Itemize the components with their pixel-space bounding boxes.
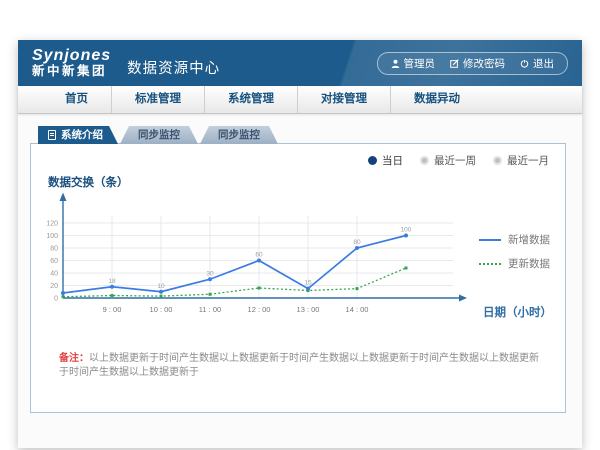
svg-text:10 : 00: 10 : 00 xyxy=(150,305,173,314)
radio-icon xyxy=(420,156,429,165)
radio-label: 当日 xyxy=(382,153,403,168)
svg-text:60: 60 xyxy=(50,258,58,265)
radio-label: 最近一月 xyxy=(507,153,549,168)
svg-text:60: 60 xyxy=(255,252,263,259)
time-range-filter: 当日 最近一周 最近一月 xyxy=(368,153,549,168)
nav-item-standard-mgmt[interactable]: 标准管理 xyxy=(111,86,204,113)
legend-new-data[interactable]: 新增数据 xyxy=(479,232,550,247)
legend-label: 新增数据 xyxy=(508,232,550,247)
nav-item-data-change[interactable]: 数据异动 xyxy=(390,86,483,113)
svg-text:40: 40 xyxy=(50,271,58,278)
edit-icon xyxy=(450,59,459,68)
svg-text:80: 80 xyxy=(50,246,58,253)
page-title: 数据资源中心 xyxy=(127,57,220,78)
logo-text-en: Synjones xyxy=(32,48,111,65)
admin-label: 管理员 xyxy=(404,56,436,71)
svg-text:12 : 00: 12 : 00 xyxy=(248,305,271,314)
solid-line-icon xyxy=(479,239,501,241)
x-axis-title: 日期（小时） xyxy=(483,304,552,320)
radio-last-month[interactable]: 最近一月 xyxy=(493,153,549,168)
svg-text:20: 20 xyxy=(50,283,58,290)
company-logo: Synjones 新中新集团 xyxy=(32,48,111,78)
svg-text:15: 15 xyxy=(304,280,312,287)
app-window: Synjones 新中新集团 数据资源中心 管理员 修改密码 退出 xyxy=(18,40,582,448)
power-icon xyxy=(520,59,529,68)
svg-text:100: 100 xyxy=(401,227,412,234)
tab-label: 同步监控 xyxy=(138,126,180,144)
logout-button[interactable]: 退出 xyxy=(520,56,554,71)
radio-icon xyxy=(493,156,502,165)
nav-item-system-mgmt[interactable]: 系统管理 xyxy=(204,86,297,113)
svg-text:13 : 00: 13 : 00 xyxy=(297,305,320,314)
tab-sync-monitor-2[interactable]: 同步监控 xyxy=(200,126,278,144)
radio-last-week[interactable]: 最近一周 xyxy=(420,153,476,168)
change-password-label: 修改密码 xyxy=(463,56,505,71)
logout-label: 退出 xyxy=(533,56,554,71)
svg-text:80: 80 xyxy=(353,239,361,246)
tab-bar: 系统介绍 同步监控 同步监控 xyxy=(38,126,278,144)
tab-system-intro[interactable]: 系统介绍 xyxy=(38,126,118,144)
svg-text:9 : 00: 9 : 00 xyxy=(103,305,122,314)
svg-text:120: 120 xyxy=(46,221,58,228)
svg-text:100: 100 xyxy=(46,233,58,240)
nav-item-interface-mgmt[interactable]: 对接管理 xyxy=(297,86,390,113)
footnote-text: 以上数据更新于时间产生数据以上数据更新于时间产生数据以上数据更新于时间产生数据以… xyxy=(59,353,539,378)
footnote: 备注：以上数据更新于时间产生数据以上数据更新于时间产生数据以上数据更新于时间产生… xyxy=(59,352,547,380)
chart-panel: 当日 最近一周 最近一月 数据交换（条） 0204060801001209 : … xyxy=(30,143,566,413)
change-password-button[interactable]: 修改密码 xyxy=(450,56,505,71)
admin-button[interactable]: 管理员 xyxy=(391,56,436,71)
svg-text:10: 10 xyxy=(157,283,165,290)
radio-today[interactable]: 当日 xyxy=(368,153,403,168)
tab-label: 同步监控 xyxy=(218,126,260,144)
radio-label: 最近一周 xyxy=(434,153,476,168)
series-legend: 新增数据 更新数据 xyxy=(479,232,550,271)
tab-sync-monitor-1[interactable]: 同步监控 xyxy=(120,126,198,144)
svg-text:11 : 00: 11 : 00 xyxy=(199,305,221,314)
main-nav: 首页 标准管理 系统管理 对接管理 数据异动 xyxy=(18,86,582,114)
legend-label: 更新数据 xyxy=(508,256,550,271)
radio-icon xyxy=(368,156,377,165)
legend-updated-data[interactable]: 更新数据 xyxy=(479,256,550,271)
tab-label: 系统介绍 xyxy=(61,126,103,144)
nav-item-home[interactable]: 首页 xyxy=(42,86,111,113)
user-icon xyxy=(391,59,400,68)
line-chart: 0 20 40 60 80 100 120 9 : 00 10 : 00 11 : 00 12 : … xyxy=(41,186,501,336)
user-toolbar: 管理员 修改密码 退出 xyxy=(377,52,569,75)
dotted-line-icon xyxy=(479,263,501,265)
app-header: Synjones 新中新集团 数据资源中心 管理员 修改密码 退出 xyxy=(18,40,582,86)
document-icon xyxy=(48,130,56,140)
svg-text:14 : 00: 14 : 00 xyxy=(346,305,369,314)
svg-text:0: 0 xyxy=(54,296,58,303)
logo-text-cn: 新中新集团 xyxy=(32,65,111,78)
footnote-prefix: 备注： xyxy=(59,353,89,364)
svg-text:18: 18 xyxy=(108,278,116,285)
svg-text:30: 30 xyxy=(206,270,214,277)
